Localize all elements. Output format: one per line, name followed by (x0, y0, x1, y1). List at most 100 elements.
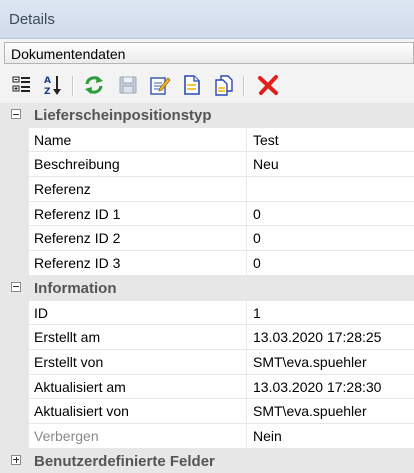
property-name: Name (34, 131, 72, 148)
property-row[interactable]: Beschreibung Neu (0, 152, 414, 178)
property-name: Referenz ID 2 (34, 230, 121, 247)
new-document-button[interactable] (180, 73, 204, 97)
property-value-cell[interactable]: Nein (247, 424, 414, 449)
property-name: Referenz ID 3 (34, 255, 121, 272)
row-gutter (0, 201, 29, 227)
category-title: Information (34, 279, 117, 297)
property-name: Beschreibung (34, 156, 120, 173)
property-value-cell[interactable] (247, 177, 414, 202)
property-name: Erstellt am (34, 329, 101, 346)
property-value-cell[interactable]: 13.03.2020 17:28:30 (247, 375, 414, 400)
property-row[interactable]: Referenz ID 2 0 (0, 226, 414, 252)
property-name-cell: Name (29, 127, 247, 153)
row-gutter (0, 127, 29, 153)
property-value-cell[interactable]: 1 (247, 301, 414, 326)
category-title: Benutzerdefinierte Felder (34, 452, 215, 470)
property-value: Nein (253, 427, 282, 444)
categorized-view-icon (12, 76, 30, 92)
property-value-cell[interactable]: 13.03.2020 17:28:25 (247, 325, 414, 350)
delete-icon (258, 75, 278, 95)
property-row[interactable]: ID 1 (0, 300, 414, 326)
category-title: Lieferscheinpositionstyp (34, 107, 212, 124)
row-gutter (0, 251, 29, 276)
copy-document-icon (215, 75, 233, 96)
property-value: 0 (253, 255, 261, 272)
edit-button[interactable] (148, 73, 172, 97)
property-name-cell: Referenz ID 3 (29, 251, 247, 276)
category-row[interactable]: Information (0, 275, 414, 301)
property-value: 0 (253, 205, 261, 222)
panel-title: Details (9, 11, 55, 28)
svg-text:A: A (44, 76, 51, 86)
category-row[interactable]: Lieferscheinpositionstyp (0, 103, 414, 128)
property-row[interactable]: Referenz ID 3 0 (0, 251, 414, 276)
property-name-cell: Verbergen (29, 423, 247, 449)
property-row[interactable]: Aktualisiert am 13.03.2020 17:28:30 (0, 374, 414, 400)
property-name-cell: ID (29, 300, 247, 326)
property-name: ID (34, 304, 48, 321)
row-gutter (0, 325, 29, 350)
row-gutter (0, 177, 29, 202)
panel-title-bar: Details (0, 0, 414, 39)
property-value: Neu (253, 156, 279, 173)
property-name-cell: Referenz (29, 177, 247, 202)
property-row[interactable]: Verbergen Nein (0, 423, 414, 449)
refresh-button[interactable] (82, 73, 106, 97)
toolbar: A Z (0, 68, 414, 102)
sort-alphabetical-button[interactable]: A Z (41, 73, 65, 97)
property-grid: Lieferscheinpositionstyp Name Test Beschrei… (0, 103, 414, 473)
refresh-icon (85, 76, 103, 94)
categorized-view-button[interactable] (10, 73, 34, 97)
property-value: Test (253, 131, 279, 148)
row-gutter (0, 374, 29, 400)
property-value-cell[interactable]: 0 (247, 202, 414, 227)
property-value: 13.03.2020 17:28:30 (253, 378, 382, 395)
property-value: SMT\eva.spuehler (253, 403, 367, 420)
property-name: Aktualisiert von (34, 403, 129, 420)
document-type-select[interactable]: Dokumentendaten (4, 42, 414, 64)
property-name-cell: Aktualisiert am (29, 374, 247, 400)
property-name-cell: Erstellt von (29, 349, 247, 375)
save-icon (119, 76, 137, 94)
collapse-icon[interactable] (11, 281, 21, 292)
delete-button[interactable] (256, 73, 280, 97)
property-row[interactable]: Erstellt von SMT\eva.spuehler (0, 349, 414, 375)
collapse-icon[interactable] (11, 109, 21, 119)
property-value: 0 (253, 230, 261, 247)
property-value: 13.03.2020 17:28:25 (253, 329, 382, 346)
property-value-cell[interactable]: 0 (247, 226, 414, 252)
property-value: 1 (253, 304, 261, 321)
expand-icon[interactable] (11, 454, 21, 465)
row-gutter (0, 349, 29, 375)
property-name: Erstellt von (34, 353, 104, 370)
property-row[interactable]: Referenz (0, 177, 414, 202)
document-type-select-value: Dokumentendaten (11, 46, 126, 62)
category-row[interactable]: Benutzerdefinierte Felder (0, 448, 414, 473)
property-value-cell[interactable]: SMT\eva.spuehler (247, 350, 414, 375)
property-name: Referenz (34, 181, 91, 198)
property-value-cell[interactable]: Neu (247, 152, 414, 178)
property-row[interactable]: Name Test (0, 127, 414, 153)
property-value: SMT\eva.spuehler (253, 353, 367, 370)
property-name-cell: Referenz ID 2 (29, 226, 247, 252)
row-gutter (0, 226, 29, 252)
property-name: Aktualisiert am (34, 378, 126, 395)
property-name: Verbergen (34, 427, 99, 444)
row-gutter (0, 152, 29, 178)
property-value-cell[interactable]: 0 (247, 251, 414, 276)
property-row[interactable]: Aktualisiert von SMT\eva.spuehler (0, 399, 414, 424)
property-name-cell: Referenz ID 1 (29, 201, 247, 227)
svg-text:Z: Z (44, 87, 51, 96)
property-value-cell[interactable]: Test (247, 128, 414, 153)
property-row[interactable]: Referenz ID 1 0 (0, 201, 414, 227)
copy-document-button[interactable] (212, 73, 236, 97)
property-name-cell: Aktualisiert von (29, 399, 247, 424)
row-gutter (0, 423, 29, 449)
property-name-cell: Erstellt am (29, 325, 247, 350)
property-row[interactable]: Erstellt am 13.03.2020 17:28:25 (0, 325, 414, 350)
property-name-cell: Beschreibung (29, 152, 247, 178)
save-button[interactable] (116, 73, 140, 97)
property-value-cell[interactable]: SMT\eva.spuehler (247, 399, 414, 424)
property-name: Referenz ID 1 (34, 205, 121, 222)
row-gutter (0, 399, 29, 424)
